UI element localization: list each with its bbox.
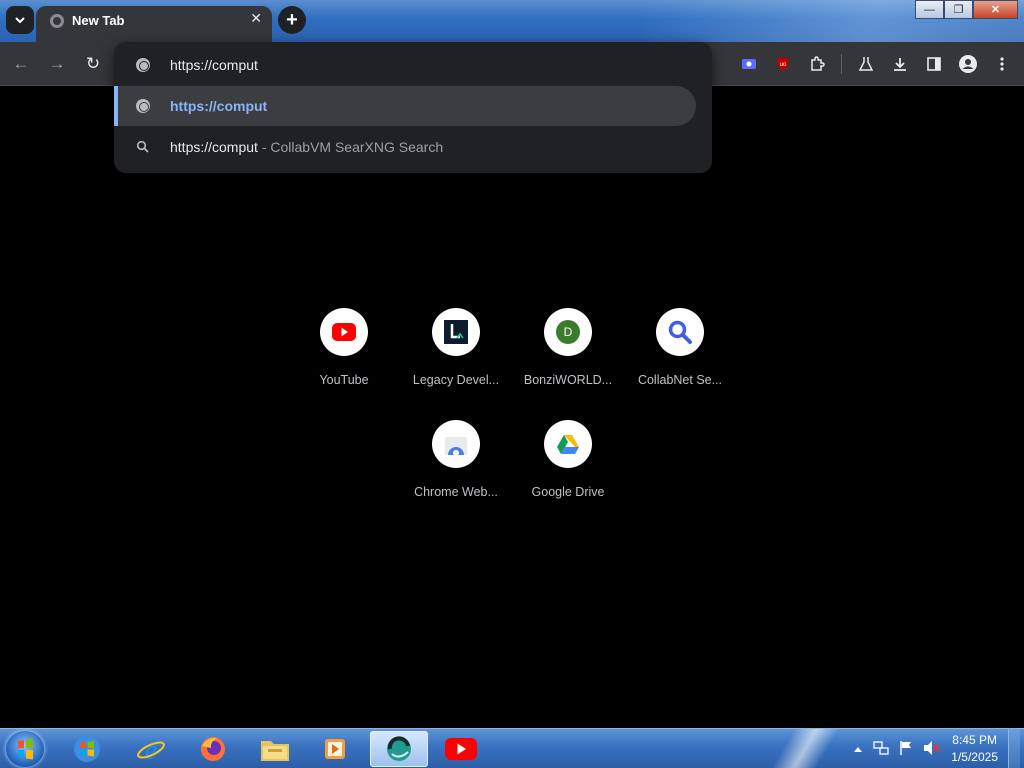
media-player-icon bbox=[325, 739, 345, 759]
profile-icon[interactable] bbox=[954, 50, 982, 78]
youtube-icon bbox=[320, 308, 368, 356]
window-controls: — ❐ ✕ bbox=[915, 0, 1018, 19]
bonziworld-icon: D bbox=[544, 308, 592, 356]
youtube-icon bbox=[445, 738, 477, 760]
suggestion-item-selected[interactable]: https://comput bbox=[114, 86, 712, 126]
close-window-button[interactable]: ✕ bbox=[973, 0, 1018, 19]
file-explorer-icon bbox=[261, 741, 289, 761]
shortcut-bonziworld[interactable]: D BonziWORLD... bbox=[512, 308, 624, 408]
clock-date: 1/5/2025 bbox=[951, 750, 998, 764]
close-tab-icon[interactable]: ✕ bbox=[250, 10, 262, 27]
letter-avatar: D bbox=[556, 320, 580, 344]
tab-favicon-icon bbox=[50, 14, 64, 28]
screencast-icon[interactable] bbox=[735, 50, 763, 78]
new-tab-button[interactable]: + bbox=[278, 6, 306, 34]
minimize-button[interactable]: — bbox=[915, 0, 944, 19]
svg-text:uo: uo bbox=[780, 62, 787, 68]
internet-explorer-icon: e bbox=[137, 735, 165, 764]
shortcut-google-drive[interactable]: Google Drive bbox=[512, 420, 624, 520]
shortcut-label: YouTube bbox=[319, 373, 369, 387]
toolbar-actions: uo bbox=[735, 50, 1016, 78]
clock-time: 8:45 PM bbox=[952, 733, 997, 747]
tab-new-tab[interactable]: New Tab ✕ bbox=[36, 6, 272, 42]
screen: New Tab ✕ + — ❐ ✕ ← → ↻ uo https://compu… bbox=[0, 0, 1024, 768]
shortcut-chrome-web-store[interactable]: Chrome Web... bbox=[400, 420, 512, 520]
maximize-button[interactable]: ❐ bbox=[944, 0, 973, 19]
network-icon[interactable] bbox=[873, 740, 889, 759]
chrome-web-store-icon bbox=[432, 420, 480, 468]
tab-title: New Tab bbox=[72, 13, 125, 28]
legacy-dev-icon bbox=[432, 308, 480, 356]
taskbar-file-explorer[interactable] bbox=[246, 731, 304, 767]
google-drive-icon bbox=[544, 420, 592, 468]
clock[interactable]: 8:45 PM 1/5/2025 bbox=[951, 732, 998, 766]
side-panel-icon[interactable] bbox=[920, 50, 948, 78]
globe-icon bbox=[136, 58, 150, 72]
omnibox-input[interactable]: https://comput bbox=[170, 57, 258, 73]
puzzle-icon[interactable] bbox=[803, 50, 831, 78]
chevron-down-icon bbox=[15, 17, 25, 24]
system-tray: 8:45 PM 1/5/2025 bbox=[853, 729, 1020, 768]
start-button[interactable] bbox=[6, 731, 44, 767]
magnifier-icon bbox=[656, 308, 704, 356]
action-center-flag-icon[interactable] bbox=[899, 740, 913, 759]
title-bar: New Tab ✕ + — ❐ ✕ bbox=[0, 0, 1024, 42]
taskbar-youtube[interactable] bbox=[432, 731, 490, 767]
shortcut-label: Legacy Devel... bbox=[412, 373, 500, 387]
menu-icon[interactable] bbox=[988, 50, 1016, 78]
taskbar-media-player[interactable] bbox=[306, 731, 364, 767]
suggestion-suffix: - CollabVM SearXNG Search bbox=[257, 139, 444, 155]
search-icon bbox=[136, 140, 149, 153]
omnibox-dropdown: https://comput https://comput https://co… bbox=[114, 42, 712, 173]
shortcut-label: Google Drive bbox=[531, 485, 605, 499]
firefox-icon bbox=[201, 737, 225, 761]
ublock-icon[interactable]: uo bbox=[769, 50, 797, 78]
show-desktop-button[interactable] bbox=[1008, 729, 1020, 768]
shortcut-label: CollabNet Se... bbox=[637, 373, 723, 387]
shortcut-youtube[interactable]: YouTube bbox=[288, 308, 400, 408]
taskbar-firefox[interactable] bbox=[184, 731, 242, 767]
windows-explorer-icon bbox=[74, 736, 100, 762]
omnibox-input-row[interactable]: https://comput bbox=[114, 44, 712, 82]
taskbar-windows-explorer[interactable] bbox=[58, 731, 116, 767]
forward-button[interactable]: → bbox=[46, 53, 68, 75]
shortcut-label: BonziWORLD... bbox=[523, 373, 613, 387]
tab-search-button[interactable] bbox=[6, 6, 34, 34]
volume-muted-icon[interactable] bbox=[923, 740, 941, 759]
taskbar-collabvm[interactable] bbox=[370, 731, 428, 767]
suggestion-focus-bar bbox=[114, 86, 118, 126]
toolbar-separator bbox=[841, 54, 842, 74]
suggestion-text: https://comput - CollabVM SearXNG Search bbox=[170, 139, 443, 155]
taskbar: e 8:45 PM 1/5/2025 bbox=[0, 728, 1024, 768]
download-icon[interactable] bbox=[886, 50, 914, 78]
reload-button[interactable]: ↻ bbox=[82, 53, 104, 75]
show-hidden-icons-button[interactable] bbox=[853, 742, 863, 756]
globe-icon bbox=[136, 99, 150, 113]
shortcut-label: Chrome Web... bbox=[414, 485, 498, 499]
back-button[interactable]: ← bbox=[10, 53, 32, 75]
shortcut-legacy-developer[interactable]: Legacy Devel... bbox=[400, 308, 512, 408]
svg-text:e: e bbox=[145, 735, 157, 764]
labs-flask-icon[interactable] bbox=[852, 50, 880, 78]
suggestion-text: https://comput bbox=[170, 98, 268, 114]
shortcut-collabnet-search[interactable]: CollabNet Se... bbox=[624, 308, 736, 408]
suggestion-item-search[interactable]: https://comput - CollabVM SearXNG Search bbox=[114, 128, 712, 166]
taskbar-internet-explorer[interactable]: e bbox=[122, 731, 180, 767]
suggestion-query: https://comput bbox=[170, 139, 258, 155]
collabvm-icon bbox=[387, 736, 411, 761]
